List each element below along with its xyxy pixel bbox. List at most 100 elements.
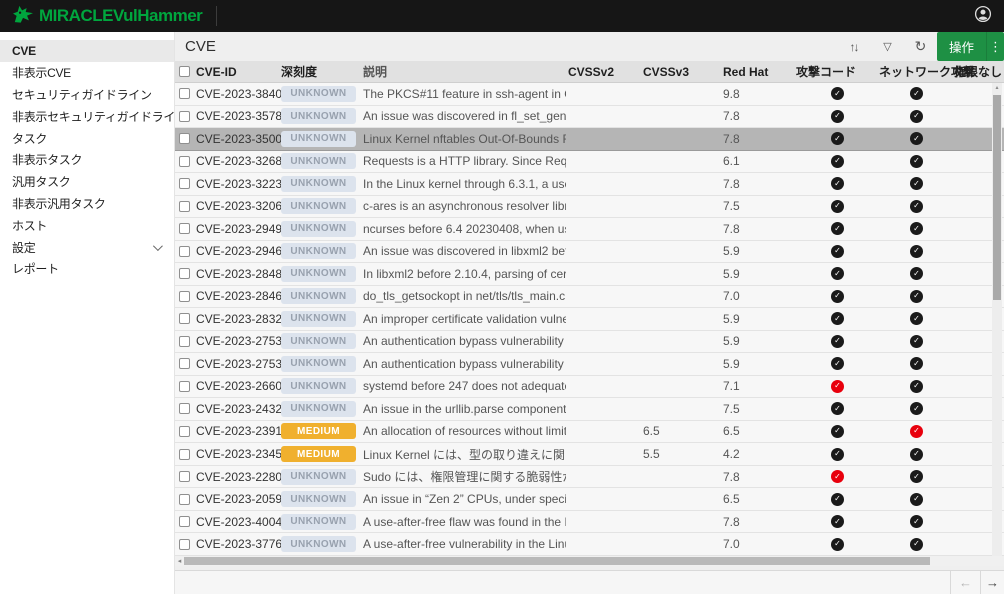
sidebar-item-hosts[interactable]: ホスト bbox=[0, 214, 174, 236]
table-row[interactable]: CVE-2023-29491 UNKNOWN ncurses before 6.… bbox=[175, 218, 1004, 241]
vertical-scroll-thumb[interactable] bbox=[993, 95, 1001, 300]
refresh-icon[interactable]: ↻ bbox=[904, 32, 937, 61]
sidebar-item-cve[interactable]: CVE bbox=[0, 40, 174, 62]
table-row[interactable]: CVE-2023-38408 UNKNOWN The PKCS#11 featu… bbox=[175, 83, 1004, 106]
sidebar-menu: CVE 非表示CVE セキュリティガイドライン 非表示セキュリティガイドライン … bbox=[0, 32, 175, 594]
table-row[interactable]: CVE-2023-28466 UNKNOWN do_tls_getsockopt… bbox=[175, 286, 1004, 309]
row-checkbox[interactable] bbox=[179, 178, 190, 189]
row-checkbox[interactable] bbox=[179, 426, 190, 437]
sidebar-item-hidden-generic-tasks[interactable]: 非表示汎用タスク bbox=[0, 193, 174, 215]
row-checkbox[interactable] bbox=[179, 403, 190, 414]
row-checkbox[interactable] bbox=[179, 449, 190, 460]
severity-badge: UNKNOWN bbox=[281, 288, 356, 304]
redhat-value: 7.8 bbox=[721, 515, 796, 529]
previous-page-button[interactable]: ← bbox=[950, 571, 980, 594]
user-account-button[interactable] bbox=[974, 5, 992, 28]
cve-id: CVE-2023-20593 bbox=[193, 492, 281, 506]
table-row[interactable]: CVE-2023-23454 MEDIUM Linux Kernel には、型の… bbox=[175, 443, 1004, 466]
horizontal-scrollbar[interactable]: ◂ bbox=[175, 556, 1004, 566]
sidebar-item-hidden-cve[interactable]: 非表示CVE bbox=[0, 62, 174, 84]
sort-icon[interactable]: ↑↓ bbox=[838, 32, 871, 61]
description: Linux Kernel には、型の取り違えに関する... bbox=[361, 446, 566, 463]
table-row[interactable]: CVE-2023-35001 UNKNOWN Linux Kernel nfta… bbox=[175, 128, 1004, 151]
attack-code-status-icon: ✓ bbox=[831, 357, 844, 370]
col-header-cve-id: CVE-ID bbox=[193, 65, 281, 79]
description: An issue in the urllib.parse component o… bbox=[361, 402, 566, 416]
brand-logo[interactable]: MIRACLEVulHammer bbox=[12, 4, 202, 29]
sidebar-item-hidden-security-guidelines[interactable]: 非表示セキュリティガイドライン bbox=[0, 105, 174, 127]
network-attack-status-icon: ✓ bbox=[910, 448, 923, 461]
table-row[interactable]: CVE-2023-4004 UNKNOWN A use-after-free f… bbox=[175, 511, 1004, 534]
table-row[interactable]: CVE-2023-22809 UNKNOWN Sudo には、権限管理に関する脆… bbox=[175, 466, 1004, 489]
cve-id: CVE-2023-32681 bbox=[193, 154, 281, 168]
row-checkbox[interactable] bbox=[179, 88, 190, 99]
table-row[interactable]: CVE-2023-32681 UNKNOWN Requests is a HTT… bbox=[175, 151, 1004, 174]
network-attack-status-icon: ✓ bbox=[910, 402, 923, 415]
row-checkbox[interactable] bbox=[179, 471, 190, 482]
table-row[interactable]: CVE-2023-23916 MEDIUM An allocation of r… bbox=[175, 421, 1004, 444]
table-row[interactable]: CVE-2023-28484 UNKNOWN In libxml2 before… bbox=[175, 263, 1004, 286]
sidebar-item-tasks[interactable]: タスク bbox=[0, 127, 174, 149]
horizontal-scroll-thumb[interactable] bbox=[184, 557, 930, 565]
sidebar-item-label: レポート bbox=[12, 260, 59, 277]
redhat-value: 9.8 bbox=[721, 87, 796, 101]
table-row[interactable]: CVE-2023-27536 UNKNOWN An authentication… bbox=[175, 331, 1004, 354]
redhat-value: 7.5 bbox=[721, 199, 796, 213]
table-row[interactable]: CVE-2023-3776 UNKNOWN A use-after-free v… bbox=[175, 533, 1004, 556]
network-attack-status-icon: ✓ bbox=[910, 290, 923, 303]
next-page-button[interactable]: → bbox=[980, 571, 1004, 594]
row-checkbox[interactable] bbox=[179, 156, 190, 167]
row-checkbox[interactable] bbox=[179, 313, 190, 324]
row-checkbox[interactable] bbox=[179, 201, 190, 212]
row-checkbox[interactable] bbox=[179, 291, 190, 302]
description: In libxml2 before 2.10.4, parsing of cer… bbox=[361, 267, 566, 281]
row-checkbox[interactable] bbox=[179, 246, 190, 257]
row-checkbox[interactable] bbox=[179, 336, 190, 347]
table-row[interactable]: CVE-2023-24329 UNKNOWN An issue in the u… bbox=[175, 398, 1004, 421]
row-checkbox[interactable] bbox=[179, 539, 190, 550]
row-checkbox[interactable] bbox=[179, 133, 190, 144]
sidebar-item-security-guidelines[interactable]: セキュリティガイドライン bbox=[0, 84, 174, 106]
table-row[interactable]: CVE-2023-32067 UNKNOWN c-ares is an asyn… bbox=[175, 196, 1004, 219]
scroll-up-icon[interactable]: ▴ bbox=[992, 83, 1002, 93]
sidebar-item-label: ホスト bbox=[12, 217, 47, 234]
table-row[interactable]: CVE-2023-26604 UNKNOWN systemd before 24… bbox=[175, 376, 1004, 399]
sidebar-item-settings[interactable]: 設定 bbox=[0, 236, 174, 258]
table-row[interactable]: CVE-2023-20593 UNKNOWN An issue in “Zen … bbox=[175, 488, 1004, 511]
cvssv3-value: 6.5 bbox=[641, 424, 721, 438]
redhat-value: 7.0 bbox=[721, 289, 796, 303]
table-row[interactable]: CVE-2023-29469 UNKNOWN An issue was disc… bbox=[175, 241, 1004, 264]
severity-badge: UNKNOWN bbox=[281, 491, 356, 507]
row-checkbox[interactable] bbox=[179, 494, 190, 505]
sidebar-item-hidden-tasks[interactable]: 非表示タスク bbox=[0, 149, 174, 171]
row-checkbox[interactable] bbox=[179, 358, 190, 369]
table-row[interactable]: CVE-2023-27535 UNKNOWN An authentication… bbox=[175, 353, 1004, 376]
more-options-icon[interactable]: ⋮ bbox=[986, 32, 1004, 61]
vertical-scrollbar[interactable]: ▴ bbox=[992, 83, 1002, 556]
sidebar-item-generic-tasks[interactable]: 汎用タスク bbox=[0, 171, 174, 193]
filter-icon[interactable]: ▽ bbox=[871, 32, 904, 61]
table-row[interactable]: CVE-2023-28321 UNKNOWN An improper certi… bbox=[175, 308, 1004, 331]
redhat-value: 5.9 bbox=[721, 357, 796, 371]
table-row[interactable]: CVE-2023-35788 UNKNOWN An issue was disc… bbox=[175, 106, 1004, 129]
table-row[interactable]: CVE-2023-32233 UNKNOWN In the Linux kern… bbox=[175, 173, 1004, 196]
cve-id: CVE-2023-4004 bbox=[193, 515, 281, 529]
redhat-value: 4.2 bbox=[721, 447, 796, 461]
col-header-description: 説明 bbox=[361, 63, 566, 80]
sidebar-item-reports[interactable]: レポート bbox=[0, 258, 174, 280]
row-checkbox[interactable] bbox=[179, 223, 190, 234]
horizontal-scroll-track[interactable] bbox=[184, 556, 1004, 566]
action-button[interactable]: 操作 ⋮ bbox=[937, 32, 1004, 61]
row-checkbox[interactable] bbox=[179, 381, 190, 392]
pagination-bar: ← → bbox=[175, 570, 1004, 594]
network-attack-status-icon: ✓ bbox=[910, 222, 923, 235]
row-checkbox[interactable] bbox=[179, 516, 190, 527]
sidebar-item-label: セキュリティガイドライン bbox=[12, 86, 152, 103]
scroll-left-icon[interactable]: ◂ bbox=[175, 556, 184, 566]
select-all-checkbox[interactable] bbox=[179, 66, 190, 77]
network-attack-status-icon: ✓ bbox=[910, 493, 923, 506]
row-checkbox[interactable] bbox=[179, 268, 190, 279]
network-attack-status-icon: ✓ bbox=[910, 380, 923, 393]
row-checkbox[interactable] bbox=[179, 111, 190, 122]
redhat-value: 7.5 bbox=[721, 402, 796, 416]
